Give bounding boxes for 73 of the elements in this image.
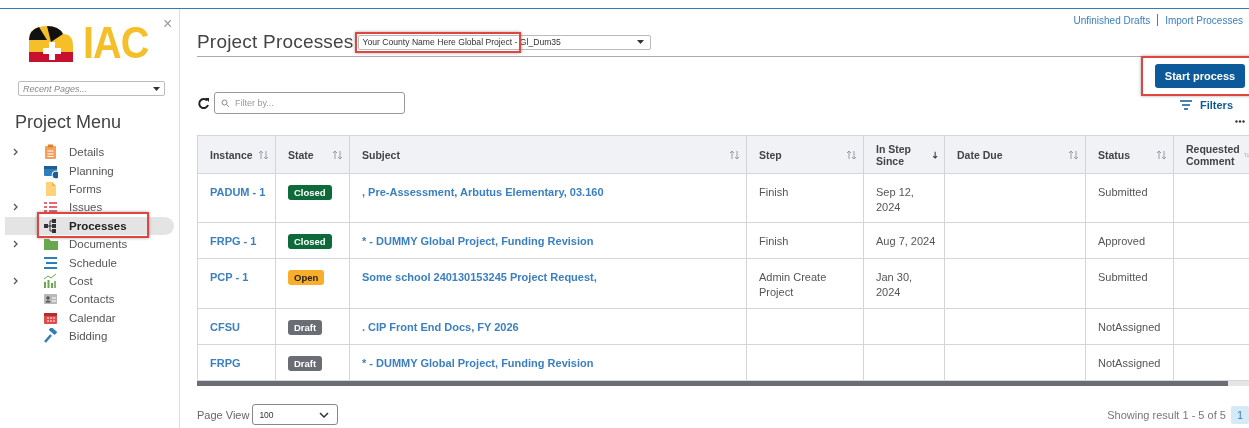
date-cell: Aug 7, 2024 <box>876 235 936 247</box>
dropdown-caret-icon <box>153 86 160 91</box>
menu-item[interactable]: Details <box>5 143 174 162</box>
column-header[interactable]: Instance <box>197 135 276 174</box>
subject-link[interactable]: * - DUMMY Global Project, Funding Revision <box>362 235 594 247</box>
header-link[interactable]: Unfinished Drafts <box>1073 14 1151 26</box>
filter-icon <box>1180 100 1192 110</box>
step-cell: Finish <box>759 186 789 198</box>
menu-item[interactable]: Issues <box>5 198 174 217</box>
menu-item[interactable]: Contacts <box>5 290 174 309</box>
lines-icon <box>43 254 58 271</box>
date-cell: Jan 30, 2024 <box>876 271 913 298</box>
state-badge: Draft <box>288 356 323 371</box>
dropdown-caret-icon <box>636 40 644 44</box>
menu-title: Project Menu <box>15 112 123 133</box>
chevron-down-icon <box>319 411 330 418</box>
status-cell: Submitted <box>1098 186 1148 198</box>
date-cell: Sep 12, 2024 <box>876 186 914 213</box>
menu-item[interactable]: Bidding <box>5 326 174 346</box>
search-icon <box>221 99 229 107</box>
logo-text: IAC <box>83 21 149 65</box>
state-badge: Open <box>288 270 325 285</box>
column-header[interactable]: Subject <box>349 135 747 174</box>
gavel-icon <box>43 328 58 345</box>
state-badge: Closed <box>288 185 332 200</box>
menu-item[interactable]: Documents <box>5 234 174 254</box>
step-cell: Finish <box>759 235 789 247</box>
state-badge: Draft <box>288 320 323 335</box>
status-cell: NotAssigned <box>1098 357 1161 369</box>
status-cell: Submitted <box>1098 271 1148 283</box>
state-badge: Closed <box>288 234 332 249</box>
menu-item[interactable]: Cost <box>5 271 174 291</box>
start-process-button[interactable]: Start process <box>1155 64 1245 88</box>
instance-link[interactable]: PCP - 1 <box>210 271 249 283</box>
subject-link[interactable]: . CIP Front End Docs, FY 2026 <box>362 321 519 333</box>
page-size-dropdown[interactable]: 100 <box>252 404 339 425</box>
menu-item[interactable]: Planning <box>5 161 174 180</box>
horizontal-scrollbar[interactable] <box>197 381 1249 386</box>
more-icon[interactable] <box>1235 120 1245 123</box>
subject-link[interactable]: Some school 240130153245 Project Request, <box>362 271 597 283</box>
subject-link[interactable]: * - DUMMY Global Project, Funding Revision <box>362 357 594 369</box>
menu-item[interactable]: Forms <box>5 179 174 199</box>
document-icon <box>43 180 58 197</box>
instance-link[interactable]: PADUM - 1 <box>210 186 266 198</box>
recent-pages-dropdown[interactable]: Recent Pages... <box>18 81 165 96</box>
page-button[interactable]: 1 <box>1230 405 1249 424</box>
bar-chart-icon <box>43 272 58 289</box>
instance-link[interactable]: FRPG <box>210 357 241 369</box>
menu-item[interactable]: Calendar <box>5 308 174 327</box>
header-link[interactable]: Import Processes <box>1165 14 1243 26</box>
filters-button[interactable]: Filters <box>1180 99 1245 111</box>
column-header[interactable]: Date Due <box>944 135 1086 174</box>
column-header[interactable]: In Step Since <box>863 135 945 174</box>
menu-item[interactable]: Schedule <box>5 253 174 272</box>
page-view-label: Page View <box>197 408 250 421</box>
subject-link[interactable]: , Pre-Assessment, Arbutus Elementary, 03.160 <box>362 186 604 198</box>
project-dropdown[interactable]: Your County Name Here Global Project - Gl_Dum35 <box>357 34 651 50</box>
step-cell: Admin Create Project <box>759 271 827 298</box>
instance-link[interactable]: FRPG - 1 <box>210 235 257 247</box>
column-header[interactable]: Status <box>1085 135 1174 174</box>
folder-icon <box>43 236 58 253</box>
instance-link[interactable]: CFSU <box>210 321 240 333</box>
status-cell: Approved <box>1098 235 1146 247</box>
clipboard-icon <box>43 144 58 161</box>
hierarchy-icon <box>43 217 58 234</box>
refresh-icon[interactable] <box>197 96 210 110</box>
menu-item[interactable]: Processes <box>5 216 174 235</box>
column-header[interactable]: Step <box>746 135 864 174</box>
page-title: Project Processes <box>197 31 354 53</box>
status-cell: NotAssigned <box>1098 321 1161 333</box>
results-summary: Showing result 1 - 5 of 5 <box>1107 408 1226 421</box>
column-header[interactable]: Requested Comment <box>1173 135 1249 174</box>
column-header[interactable]: State <box>275 135 350 174</box>
